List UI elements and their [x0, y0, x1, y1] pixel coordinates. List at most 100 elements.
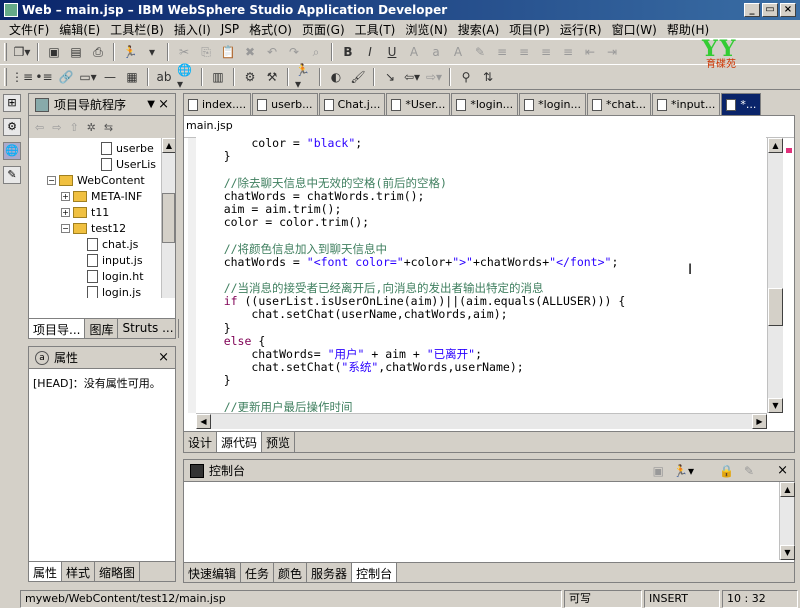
tab-thumbnails[interactable]: 缩略图 — [95, 562, 141, 581]
numbered-list-icon[interactable]: ⋮≡ — [11, 68, 33, 86]
tree-item[interactable]: chat.js — [29, 236, 175, 252]
scroll-left-icon[interactable]: ◀ — [196, 414, 211, 429]
tab-servers[interactable]: 服务器 — [307, 563, 353, 582]
highlight-icon[interactable]: ✎ — [471, 43, 489, 61]
menu-edit[interactable]: 编辑(E) — [54, 21, 105, 38]
form-icon[interactable]: ▭▾ — [79, 68, 97, 86]
tab-console[interactable]: 控制台 — [352, 563, 398, 582]
run-server-icon[interactable]: 🏃▾ — [295, 63, 313, 91]
collapse-icon[interactable]: − — [47, 175, 56, 185]
maximize-button[interactable]: ▭ — [762, 3, 778, 17]
font-color-icon[interactable]: A — [449, 43, 467, 61]
copy-icon[interactable]: ⎘ — [197, 43, 215, 61]
tab-struts[interactable]: Struts ... — [118, 319, 179, 338]
open-type-icon[interactable]: ◐ — [327, 68, 345, 86]
menu-file[interactable]: 文件(F) — [4, 21, 54, 38]
debug-icon[interactable]: ⚙ — [241, 68, 259, 86]
next-annotation-icon[interactable]: ↘ — [381, 68, 399, 86]
link-icon[interactable]: 🔗 — [57, 68, 75, 86]
close-window-button[interactable]: × — [780, 3, 796, 17]
print-icon[interactable]: ⎙ — [89, 43, 107, 61]
horizontal-rule-icon[interactable]: — — [101, 68, 119, 86]
toolbar-grip[interactable] — [4, 68, 7, 86]
close-icon[interactable]: × — [777, 463, 788, 478]
scroll-up-icon[interactable]: ▲ — [162, 138, 175, 153]
scroll-thumb[interactable] — [162, 193, 175, 243]
table-icon[interactable]: ▦ — [123, 68, 141, 86]
forward-icon[interactable]: ⇨▾ — [425, 68, 443, 86]
tab-tasks[interactable]: 任务 — [241, 563, 275, 582]
editor-scrollbar[interactable]: ▲ ▼ — [767, 138, 783, 413]
tree-item[interactable]: + META-INF — [29, 188, 175, 204]
tree-item[interactable]: input.js — [29, 252, 175, 268]
collapse-icon[interactable]: − — [61, 223, 70, 233]
save-all-icon[interactable]: ▤ — [67, 43, 85, 61]
lock-icon[interactable]: 🔒 — [719, 464, 734, 478]
tree-item[interactable]: login.js — [29, 284, 175, 298]
menu-navigate[interactable]: 浏览(N) — [400, 21, 452, 38]
scroll-down-icon[interactable]: ▼ — [780, 545, 795, 560]
run-config-icon[interactable]: 🏃▾ — [673, 464, 694, 478]
font-smaller-icon[interactable]: a — [427, 43, 445, 61]
menu-search[interactable]: 搜索(A) — [453, 21, 505, 38]
editor-hscrollbar[interactable]: ◀ ▶ — [196, 413, 767, 429]
find-icon[interactable]: ⌕ — [307, 43, 325, 61]
scroll-up-icon[interactable]: ▲ — [780, 482, 795, 497]
tree-item[interactable]: − test12 — [29, 220, 175, 236]
server-icon[interactable]: ⚒ — [263, 68, 281, 86]
editor-tab[interactable]: *login... — [519, 93, 586, 115]
tab-source[interactable]: 源代码 — [217, 432, 263, 452]
new-icon[interactable]: ❐▾ — [13, 43, 31, 61]
delete-icon[interactable]: ✖ — [241, 43, 259, 61]
bullet-list-icon[interactable]: •≡ — [35, 68, 53, 86]
italic-icon[interactable]: I — [361, 43, 379, 61]
link-editor-icon[interactable]: ⇆ — [104, 121, 113, 134]
menu-page[interactable]: 页面(G) — [297, 21, 350, 38]
expand-icon[interactable]: + — [61, 191, 70, 201]
align-right-icon[interactable]: ≡ — [537, 43, 555, 61]
paste-icon[interactable]: 📋 — [219, 43, 237, 61]
clear-icon[interactable]: ✎ — [744, 464, 754, 478]
redo-icon[interactable]: ↷ — [285, 43, 303, 61]
undo-icon[interactable]: ↶ — [263, 43, 281, 61]
sync-icon[interactable]: ⇅ — [479, 68, 497, 86]
tab-project-navigator[interactable]: 项目导... — [29, 319, 86, 338]
tab-quick-edit[interactable]: 快速编辑 — [184, 563, 242, 582]
tab-gallery[interactable]: 图库 — [85, 319, 119, 338]
menu-toolbar[interactable]: 工具栏(B) — [105, 21, 169, 38]
toolbar-grip[interactable] — [4, 43, 7, 61]
tab-design[interactable]: 设计 — [184, 432, 218, 452]
font-larger-icon[interactable]: A — [405, 43, 423, 61]
cut-icon[interactable]: ✂ — [175, 43, 193, 61]
collapse-all-icon[interactable]: ✲ — [87, 121, 96, 134]
up-icon[interactable]: ⇧ — [69, 121, 78, 134]
menu-insert[interactable]: 插入(I) — [169, 21, 216, 38]
menu-project[interactable]: 项目(P) — [504, 21, 555, 38]
editor-tab[interactable]: *... — [721, 93, 762, 115]
spellcheck-icon[interactable]: ab — [155, 68, 173, 86]
editor-tab[interactable]: *login... — [451, 93, 519, 115]
save-icon[interactable]: ▣ — [45, 43, 63, 61]
globe-icon[interactable]: 🌐▾ — [177, 63, 195, 91]
tab-properties[interactable]: 属性 — [29, 562, 63, 581]
editor-tab[interactable]: *chat... — [586, 93, 652, 115]
back-icon[interactable]: ⇦▾ — [403, 68, 421, 86]
back-icon[interactable]: ⇦ — [35, 121, 44, 134]
align-center-icon[interactable]: ≡ — [515, 43, 533, 61]
scroll-up-icon[interactable]: ▲ — [768, 138, 783, 153]
run-icon[interactable]: 🏃 — [121, 43, 139, 61]
editor-tab[interactable]: *input... — [652, 93, 721, 115]
editor-tab[interactable]: Chat.j... — [318, 93, 386, 115]
web-perspective-icon[interactable]: ⚙ — [3, 118, 21, 136]
tree-item[interactable]: userbe — [29, 140, 175, 156]
scroll-down-icon[interactable]: ▼ — [768, 398, 783, 413]
menu-help[interactable]: 帮助(H) — [662, 21, 714, 38]
tree-item[interactable]: + t11 — [29, 204, 175, 220]
close-icon[interactable]: × — [158, 97, 169, 112]
bold-icon[interactable]: B — [339, 43, 357, 61]
tree-item[interactable]: UserLis — [29, 156, 175, 172]
tree-item[interactable]: − WebContent — [29, 172, 175, 188]
open-perspective-icon[interactable]: ⊞ — [3, 94, 21, 112]
tree-item[interactable]: login.ht — [29, 268, 175, 284]
underline-icon[interactable]: U — [383, 43, 401, 61]
